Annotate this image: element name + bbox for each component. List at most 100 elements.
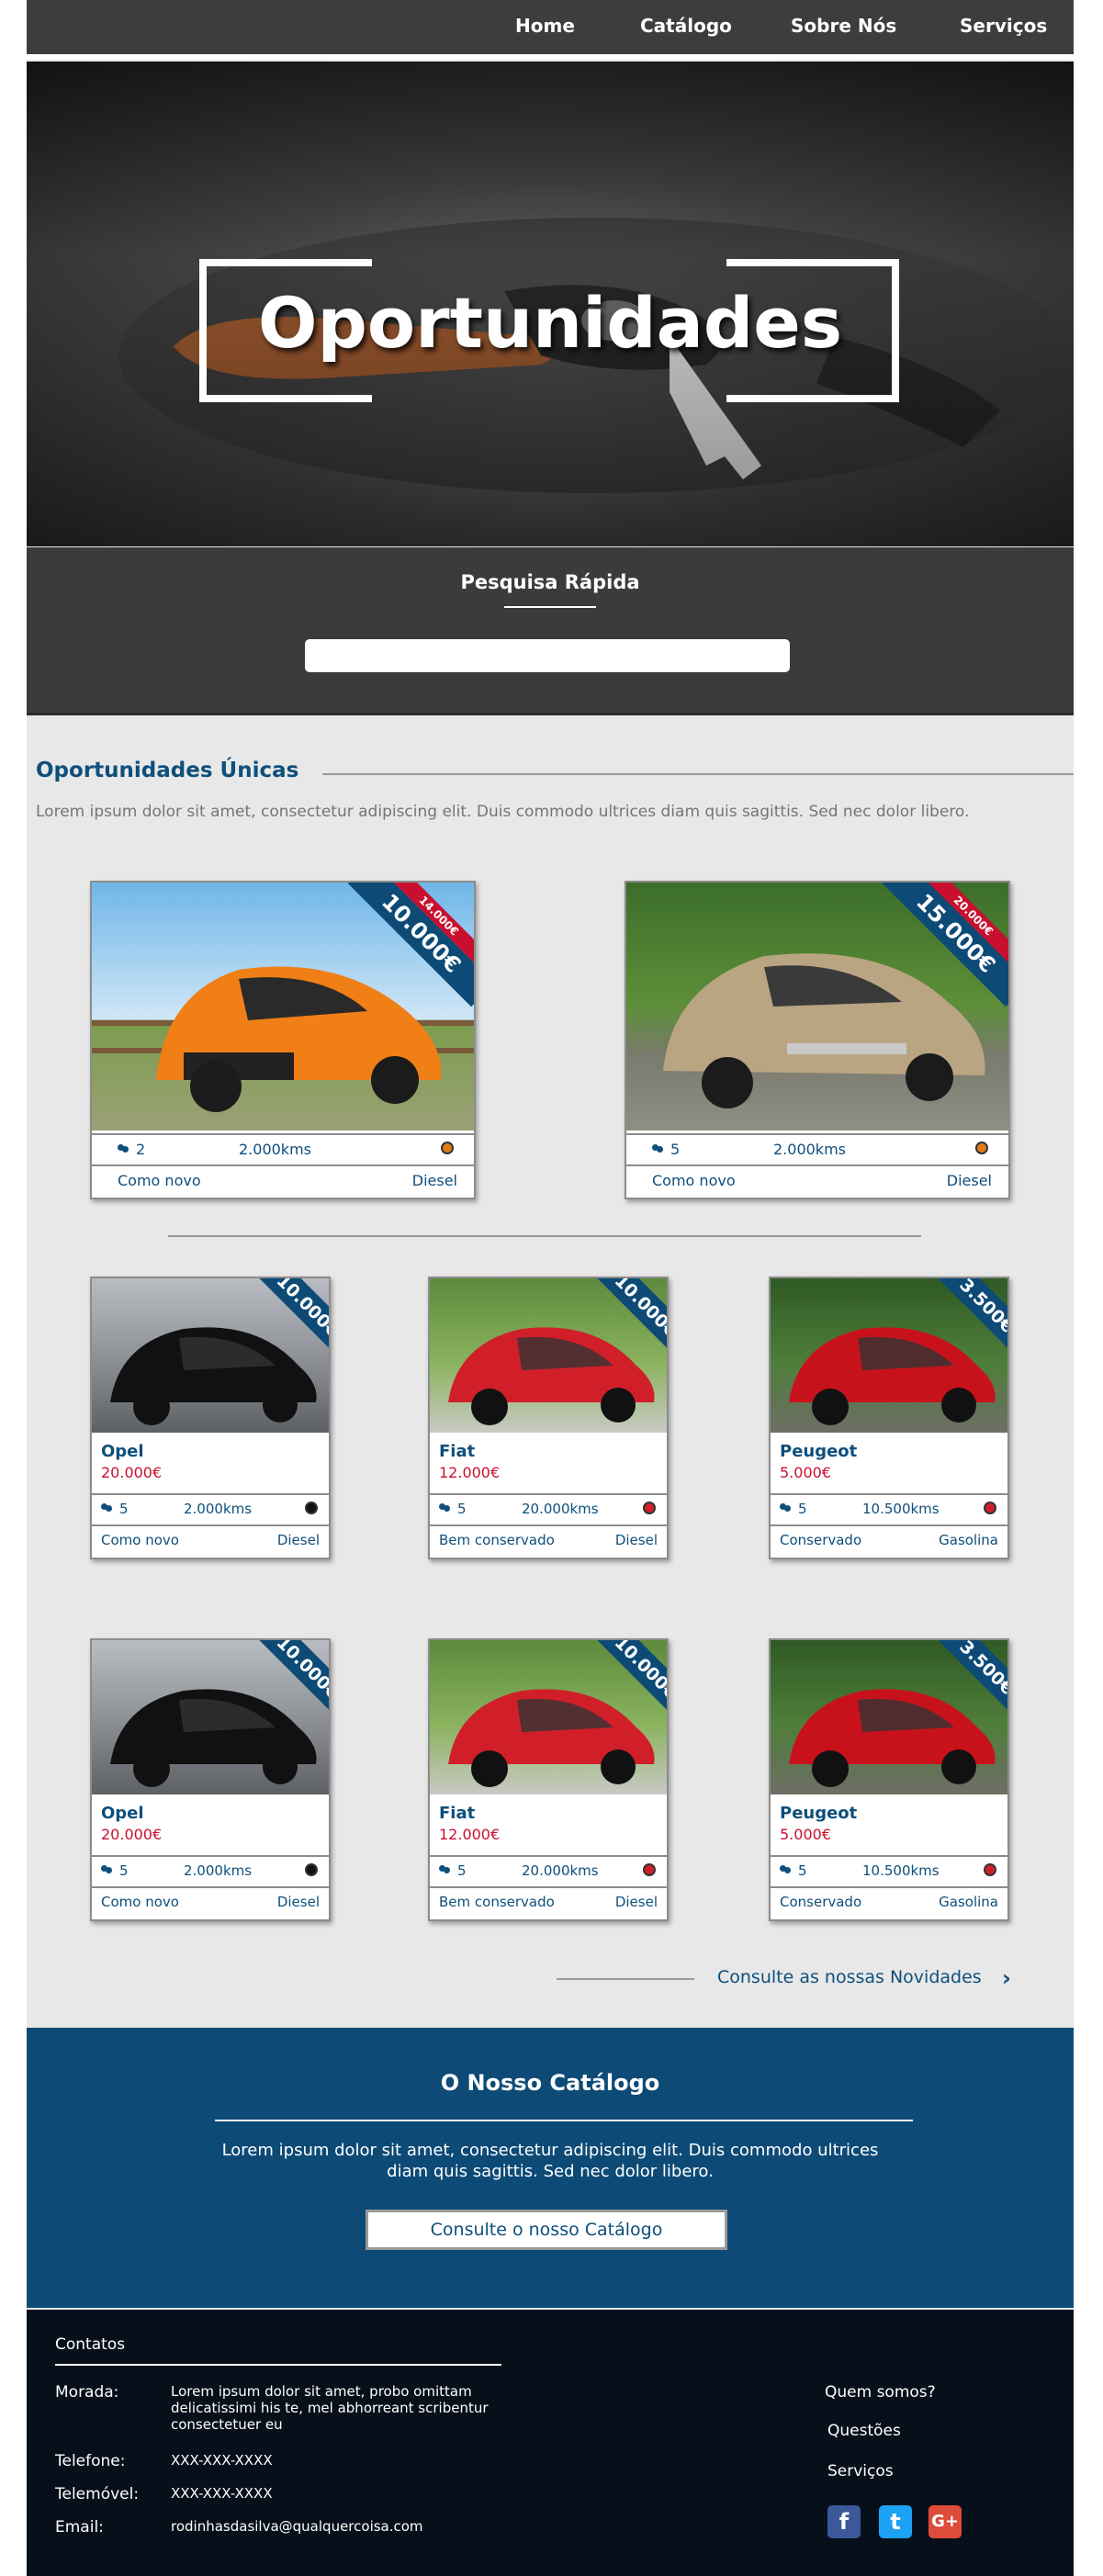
fuel-type: Diesel [276,1894,320,1910]
car-name: Opel [101,1442,144,1461]
novidades-link[interactable]: Consulte as nossas Novidades [717,1967,982,1987]
car-card[interactable]: 10.000€ Opel 20.000€ 5 2.000kms Como nov… [90,1277,331,1559]
car-price: 12.000€ [439,1826,501,1843]
catalog-button[interactable]: Consulte o nosso Catálogo [366,2210,727,2250]
card-specs-row: 5 20.000kms [430,1855,667,1884]
catalog-divider [215,2120,913,2121]
people-icon [101,1503,114,1513]
telemovel-value: XXX-XXX-XXXX [171,2485,273,2502]
facebook-icon[interactable]: f [827,2505,861,2538]
card-specs-row: 5 2.000kms [626,1133,1008,1163]
hero-banner: Oportunidades [27,62,1074,546]
card-specs-row: 5 2.000kms [92,1493,329,1523]
fuel-type: Diesel [411,1172,457,1189]
google-plus-icon[interactable]: G+ [929,2505,962,2538]
telefone-label: Telefone: [55,2452,126,2470]
people-icon [780,1503,793,1513]
condition: Conservado [780,1532,862,1548]
car-name: Fiat [439,1442,476,1461]
seats-count: 5 [780,1862,807,1879]
mileage: 2.000kms [773,1141,846,1158]
card-details-row: Como novo Diesel [92,1886,329,1916]
footer-link-quem-somos[interactable]: Quem somos? [825,2383,936,2402]
nav-home[interactable]: Home [515,15,575,37]
chevron-right-icon[interactable]: › [1002,1965,1011,1991]
condition: Como novo [101,1532,179,1548]
condition: Como novo [101,1894,179,1910]
morada-label: Morada: [55,2383,119,2402]
footer-link-servicos[interactable]: Serviços [827,2462,894,2480]
condition: Bem conservado [439,1894,555,1910]
card-specs-row: 5 20.000kms [430,1493,667,1523]
seats-count: 5 [101,1501,129,1517]
mileage: 2.000kms [239,1141,311,1158]
mileage: 2.000kms [184,1862,253,1879]
card-details-row: Bem conservado Diesel [430,1524,667,1554]
card-specs-row: 5 2.000kms [92,1855,329,1884]
color-swatch [643,1502,656,1514]
footer: Contatos Morada: Lorem ipsum dolor sit a… [27,2310,1074,2576]
quick-search-title: Pesquisa Rápida [460,571,640,593]
car-card[interactable]: 3.500€ Peugeot 5.000€ 5 10.500kms Conser… [769,1638,1009,1921]
people-icon [439,1865,452,1875]
card-specs-row: 2 2.000kms [92,1133,474,1163]
email-label: Email: [55,2518,104,2537]
people-icon [780,1865,793,1875]
fuel-type: Diesel [946,1172,992,1189]
section-description: Lorem ipsum dolor sit amet, consectetur … [36,803,970,821]
twitter-icon[interactable]: t [879,2505,912,2538]
car-card[interactable]: 10.000€ Opel 20.000€ 5 2.000kms Como nov… [90,1638,331,1921]
quick-search-input[interactable] [305,639,790,672]
people-icon [652,1144,665,1154]
nav-catalogo[interactable]: Catálogo [640,15,732,37]
condition: Conservado [780,1894,862,1910]
catalog-title: O Nosso Catálogo [440,2070,660,2096]
featured-car-card[interactable]: 20.000€ 15.000€ 5 2.000kms Como novo Die… [625,881,1010,1199]
card-details-row: Como novo Diesel [626,1164,1008,1194]
catalog-description: Lorem ipsum dolor sit amet, consectetur … [221,2141,879,2181]
condition: Como novo [118,1172,201,1189]
card-specs-row: 5 10.500kms [771,1855,1007,1884]
footer-link-questoes[interactable]: Questões [827,2422,901,2440]
hero-title: Oportunidades [257,282,843,364]
car-price: 20.000€ [101,1826,163,1843]
nav-servicos[interactable]: Serviços [960,15,1047,37]
seats-count: 5 [439,1501,467,1517]
car-card[interactable]: 3.500€ Peugeot 5.000€ 5 10.500kms Conser… [769,1277,1009,1559]
seats-count: 5 [780,1501,807,1517]
card-details-row: Conservado Gasolina [771,1886,1007,1916]
featured-car-card[interactable]: 14.000€ 10.000€ 2 2.000kms Como novo Die… [90,881,476,1199]
people-icon [101,1865,114,1875]
color-swatch [441,1142,454,1154]
telefone-value: XXX-XXX-XXXX [171,2452,273,2469]
color-swatch [984,1863,996,1876]
nav-sobre-nos[interactable]: Sobre Nós [791,15,896,37]
footer-title: Contatos [55,2335,126,2354]
car-card[interactable]: 10.000€ Fiat 12.000€ 5 20.000kms Bem con… [428,1277,669,1559]
card-specs-row: 5 10.500kms [771,1493,1007,1523]
fuel-type: Gasolina [939,1532,998,1548]
top-navigation: Home Catálogo Sobre Nós Serviços [27,0,1074,60]
card-details-row: Como novo Diesel [92,1524,329,1554]
section-divider [322,773,1074,775]
car-price: 12.000€ [439,1464,501,1481]
quick-search: Pesquisa Rápida [27,547,1074,715]
condition: Como novo [652,1172,736,1189]
color-swatch [305,1863,318,1876]
mileage: 20.000kms [522,1501,599,1517]
color-swatch [643,1863,656,1876]
page: Home Catálogo Sobre Nós Serviços Oportun… [27,0,1074,2576]
car-price: 20.000€ [101,1464,163,1481]
quick-search-underline [504,606,596,608]
seats-count: 5 [652,1141,680,1158]
color-swatch [975,1142,988,1154]
seats-count: 5 [101,1862,129,1879]
fuel-type: Diesel [614,1894,658,1910]
section-title: Oportunidades Únicas [36,759,299,782]
car-card[interactable]: 10.000€ Fiat 12.000€ 5 20.000kms Bem con… [428,1638,669,1921]
color-swatch [984,1502,996,1514]
car-name: Fiat [439,1804,476,1823]
card-details-row: Bem conservado Diesel [430,1886,667,1916]
car-name: Opel [101,1804,144,1823]
car-name: Peugeot [780,1804,858,1823]
